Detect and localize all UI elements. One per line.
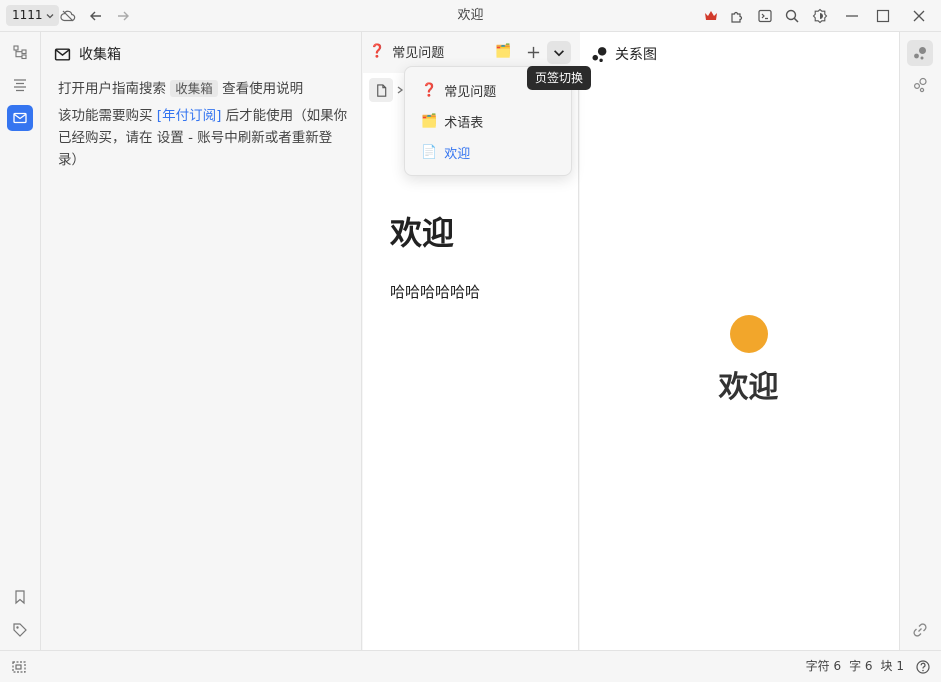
close-icon[interactable] [909, 6, 929, 26]
question-mark-icon: ❓ [421, 83, 438, 98]
plus-icon [527, 46, 539, 58]
global-graph-icon[interactable] [907, 72, 933, 98]
minimize-icon[interactable] [842, 6, 862, 26]
page-icon: 📄 [421, 145, 438, 160]
cloud-off-icon[interactable] [58, 6, 78, 26]
tab-faq-label: 常见问题 [392, 46, 445, 61]
search-icon[interactable] [782, 6, 802, 26]
backlink-icon[interactable] [907, 617, 933, 643]
outline-icon[interactable] [7, 72, 33, 98]
tab-switch-tooltip: 页签切换 [527, 66, 592, 90]
forward-arrow-icon[interactable] [113, 6, 133, 26]
plugin-icon[interactable] [727, 6, 747, 26]
graph-header: 关系图 [591, 44, 657, 64]
status-bar: 字符 6 字 6 块 1 [0, 650, 941, 682]
back-arrow-icon[interactable] [86, 6, 106, 26]
tab-glossary-icon[interactable]: 🗂️ [495, 45, 511, 58]
workspace-name: 1111 [12, 8, 43, 22]
title-bar: 1111 欢迎 [0, 0, 941, 32]
mail-icon [54, 47, 71, 61]
char-count: 字符 6 [805, 659, 842, 673]
subscription-link[interactable]: [年付订阅] [157, 108, 222, 124]
menu-item-label: 欢迎 [444, 147, 471, 162]
tab-faq[interactable]: ❓ 常见问题 [369, 42, 444, 61]
layout-icon[interactable] [6, 654, 32, 680]
inbox-line-1: 打开用户指南搜索 收集箱 查看使用说明 [58, 78, 348, 100]
tag-icon[interactable] [7, 617, 33, 643]
graph-panel: 关系图 欢迎 [580, 32, 900, 650]
inbox-header: 收集箱 [54, 44, 121, 64]
help-icon[interactable] [910, 654, 936, 680]
graph-title: 关系图 [615, 47, 657, 63]
workspace-switcher[interactable]: 1111 [6, 5, 59, 26]
left-dock [0, 32, 41, 650]
inbox-message: 打开用户指南搜索 收集箱 查看使用说明 该功能需要购买 [年付订阅] 后才能使用… [58, 78, 348, 176]
word-count: 字 6 [849, 659, 873, 673]
terminal-icon[interactable] [755, 6, 775, 26]
document-title[interactable]: 欢迎 [390, 208, 454, 254]
tab-switch-button[interactable] [547, 41, 571, 64]
file-tree-icon[interactable] [7, 39, 33, 65]
document-icon[interactable] [369, 78, 393, 102]
menu-item-glossary[interactable]: 🗂️ 术语表 [405, 106, 571, 137]
block-count: 块 1 [880, 659, 904, 673]
menu-item-welcome[interactable]: 📄 欢迎 [405, 137, 571, 168]
add-tab-button[interactable] [523, 42, 543, 62]
inbox-icon[interactable] [7, 105, 33, 131]
maximize-icon[interactable] [873, 6, 893, 26]
inbox-line2-prefix: 该功能需要购买 [58, 108, 153, 124]
breadcrumb [369, 78, 405, 102]
bookmark-icon[interactable] [7, 584, 33, 610]
inbox-line1-suffix: 查看使用说明 [222, 81, 304, 97]
menu-item-label: 常见问题 [444, 85, 497, 100]
right-dock [901, 32, 941, 650]
graph-icon[interactable] [907, 40, 933, 66]
card-index-icon: 🗂️ [421, 114, 438, 129]
inbox-panel: 收集箱 打开用户指南搜索 收集箱 查看使用说明 该功能需要购买 [年付订阅] 后… [42, 32, 362, 650]
graph-node[interactable] [730, 315, 768, 353]
document-paragraph[interactable]: 哈哈哈哈哈哈 [390, 281, 480, 302]
inbox-line-2: 该功能需要购买 [年付订阅] 后才能使用（如果你已经购买，请在 设置 - 账号中… [58, 105, 348, 171]
chevron-down-icon [554, 49, 564, 56]
theme-mode-icon[interactable] [810, 6, 830, 26]
inbox-keyword-chip: 收集箱 [170, 80, 218, 97]
crown-icon[interactable] [701, 6, 721, 26]
inbox-line1-prefix: 打开用户指南搜索 [58, 81, 166, 97]
inbox-title: 收集箱 [79, 47, 121, 63]
menu-item-label: 术语表 [444, 116, 484, 131]
question-mark-icon: ❓ [369, 44, 386, 59]
chevron-down-icon [46, 13, 54, 18]
status-counts: 字符 6 字 6 块 1 [806, 651, 904, 682]
graph-node-label: 欢迎 [718, 370, 779, 405]
graph-icon [592, 46, 607, 62]
